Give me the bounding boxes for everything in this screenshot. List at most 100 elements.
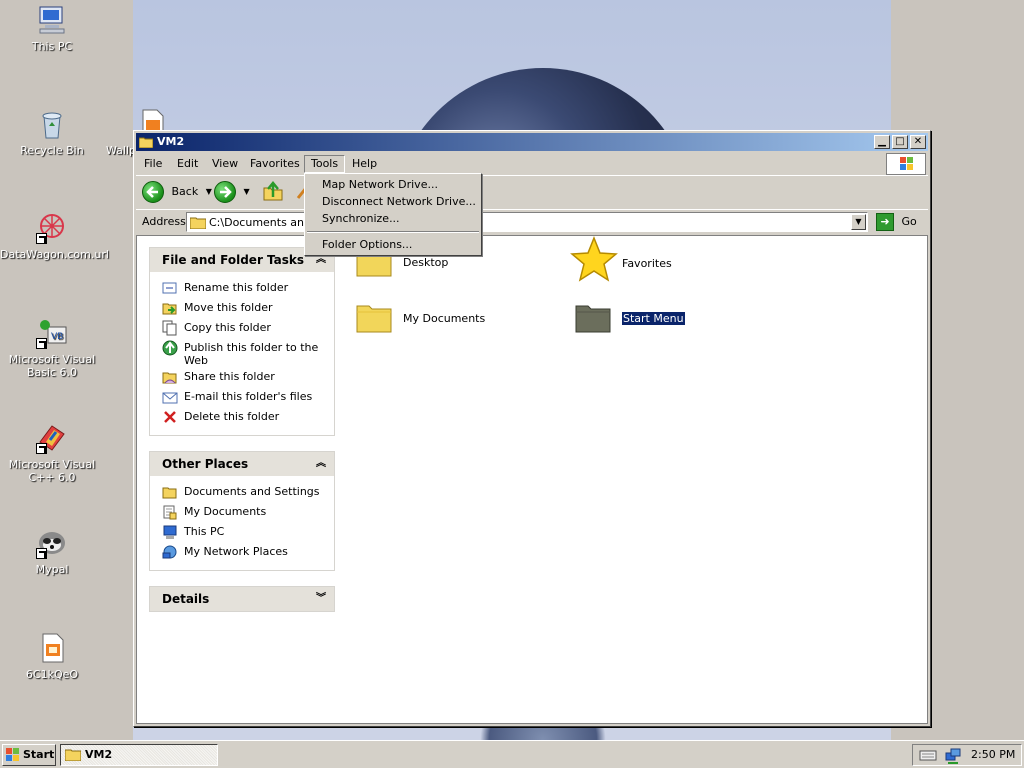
folder-item-start-menu[interactable]: Start Menu (574, 298, 734, 346)
up-button[interactable] (262, 180, 284, 204)
email-icon (162, 392, 178, 404)
windows-flag-icon (900, 157, 913, 170)
desktop-icon-visual-basic[interactable]: VB Microsoft Visual Basic 6.0 (0, 317, 104, 379)
place-my-documents[interactable]: My Documents (162, 502, 334, 522)
place-documents-and-settings[interactable]: Documents and Settings (162, 482, 334, 502)
go-arrow-icon: ➜ (876, 213, 894, 231)
task-label: E-mail this folder's files (184, 390, 313, 403)
task-label: Copy this folder (184, 321, 271, 334)
menu-item-disconnect-network-drive[interactable]: Disconnect Network Drive... (307, 193, 479, 210)
task-rename-folder[interactable]: Rename this folder (162, 278, 334, 298)
menu-item-folder-options[interactable]: Folder Options... (307, 236, 479, 253)
desktop-icon-datawagon[interactable]: DataWagon.com.url (0, 212, 109, 261)
close-button[interactable]: ✕ (910, 135, 926, 149)
desktop-icon-visual-cpp[interactable]: Microsoft Visual C++ 6.0 (0, 422, 104, 484)
back-arrow-icon (142, 181, 164, 203)
desktop-icon-mypal[interactable]: Mypal (0, 527, 104, 576)
expand-chevron-icon[interactable]: ︾ (316, 587, 326, 611)
system-tray: 2:50 PM (912, 744, 1022, 766)
clock[interactable]: 2:50 PM (971, 748, 1015, 762)
desktop-icon-label: DataWagon.com.url (0, 248, 109, 261)
place-this-pc[interactable]: This PC (162, 522, 334, 542)
place-my-network-places[interactable]: My Network Places (162, 542, 334, 562)
place-label: This PC (184, 525, 225, 538)
folder-icon (65, 749, 81, 761)
file-icon (36, 632, 68, 664)
folder-label: Favorites (622, 257, 672, 270)
place-label: My Network Places (184, 545, 288, 558)
windows-logo-throbber (886, 153, 926, 175)
task-copy-folder[interactable]: Copy this folder (162, 318, 334, 338)
desktop-icon-label: This PC (31, 40, 73, 53)
folder-label-selected: Start Menu (621, 311, 686, 326)
task-share-folder[interactable]: Share this folder (162, 367, 334, 387)
folder-icon (162, 487, 177, 499)
panel-header[interactable]: Other Places ︽ (150, 452, 334, 476)
menu-help[interactable]: Help (346, 155, 383, 173)
move-folder-icon (162, 303, 177, 315)
address-label: Address (142, 215, 186, 228)
tools-menu-dropdown: Map Network Drive... Disconnect Network … (304, 173, 482, 256)
desktop-icon-label: Mypal (35, 563, 69, 576)
address-input[interactable]: C:\Documents and S ▼ (186, 212, 868, 232)
forward-arrow-icon (214, 181, 236, 203)
menu-bar: File Edit View Favorites Tools Help (136, 153, 928, 175)
back-label: Back (171, 185, 199, 198)
address-dropdown-button[interactable]: ▼ (851, 214, 866, 230)
folder-icon (575, 305, 611, 333)
shortcut-arrow-icon (36, 233, 47, 244)
address-bar: Address C:\Documents and S ▼ ➜ Go (136, 209, 928, 233)
panel-title: Details (162, 592, 210, 606)
rename-icon (162, 282, 177, 294)
menu-file[interactable]: File (138, 155, 168, 173)
publish-web-icon (162, 340, 178, 356)
folder-icon (190, 217, 206, 229)
chevron-down-icon: ▼ (243, 187, 250, 196)
collapse-chevron-icon[interactable]: ︽ (316, 452, 326, 476)
panel-other-places: Other Places ︽ Documents and Settings My… (149, 451, 335, 571)
back-button[interactable]: Back ▼ (142, 180, 212, 204)
folder-icon (139, 137, 153, 148)
start-button[interactable]: Start (2, 744, 56, 766)
panel-file-folder-tasks: File and Folder Tasks ︽ Rename this fold… (149, 247, 335, 436)
task-publish-folder[interactable]: Publish this folder to the Web (162, 338, 334, 367)
menu-tools[interactable]: Tools (304, 155, 346, 173)
task-pane: File and Folder Tasks ︽ Rename this fold… (137, 236, 337, 723)
task-delete-folder[interactable]: Delete this folder (162, 407, 334, 427)
desktop-icon-label: 6C1kQeO (25, 668, 79, 681)
folder-item-favorites[interactable]: Favorites (570, 236, 730, 284)
go-button[interactable]: ➜ Go (876, 212, 926, 232)
datawagon-icon (36, 212, 68, 244)
shortcut-arrow-icon (36, 548, 47, 559)
panel-header[interactable]: Details ︾ (150, 587, 334, 611)
menu-view[interactable]: View (206, 155, 244, 173)
folder-item-my-documents[interactable]: My Documents (355, 298, 515, 346)
panel-title: File and Folder Tasks (162, 253, 305, 267)
desktop-icon-this-pc[interactable]: This PC (0, 4, 104, 53)
computer-icon (36, 4, 68, 36)
minimize-button[interactable]: ▁ (874, 135, 890, 149)
folder-label: My Documents (403, 312, 486, 325)
forward-button[interactable]: ▼ (214, 180, 250, 204)
network-icon[interactable] (945, 748, 961, 764)
visual-basic-icon: VB (36, 317, 68, 349)
menu-edit[interactable]: Edit (171, 155, 204, 173)
keyboard-icon[interactable] (919, 748, 937, 762)
task-email-files[interactable]: E-mail this folder's files (162, 387, 334, 407)
menu-item-synchronize[interactable]: Synchronize... (307, 210, 479, 227)
task-label: Share this folder (184, 370, 275, 383)
desktop-icon-6c1kqeo[interactable]: 6C1kQeO (0, 632, 104, 681)
desktop-icon-label: Microsoft Visual Basic 6.0 (8, 353, 96, 379)
start-label: Start (23, 748, 55, 761)
title-bar[interactable]: VM2 ▁ □ ✕ (136, 133, 928, 151)
toolbar: Back ▼ ▼ (136, 175, 928, 207)
taskbar-button-vm2[interactable]: VM2 (60, 744, 218, 766)
task-label: Publish this folder to the Web (184, 341, 319, 367)
task-move-folder[interactable]: Move this folder (162, 298, 334, 318)
go-label: Go (901, 215, 917, 228)
folder-label: Desktop (403, 256, 449, 269)
place-label: My Documents (184, 505, 267, 518)
maximize-button[interactable]: □ (892, 135, 908, 149)
menu-item-map-network-drive[interactable]: Map Network Drive... (307, 176, 479, 193)
menu-favorites[interactable]: Favorites (244, 155, 306, 173)
